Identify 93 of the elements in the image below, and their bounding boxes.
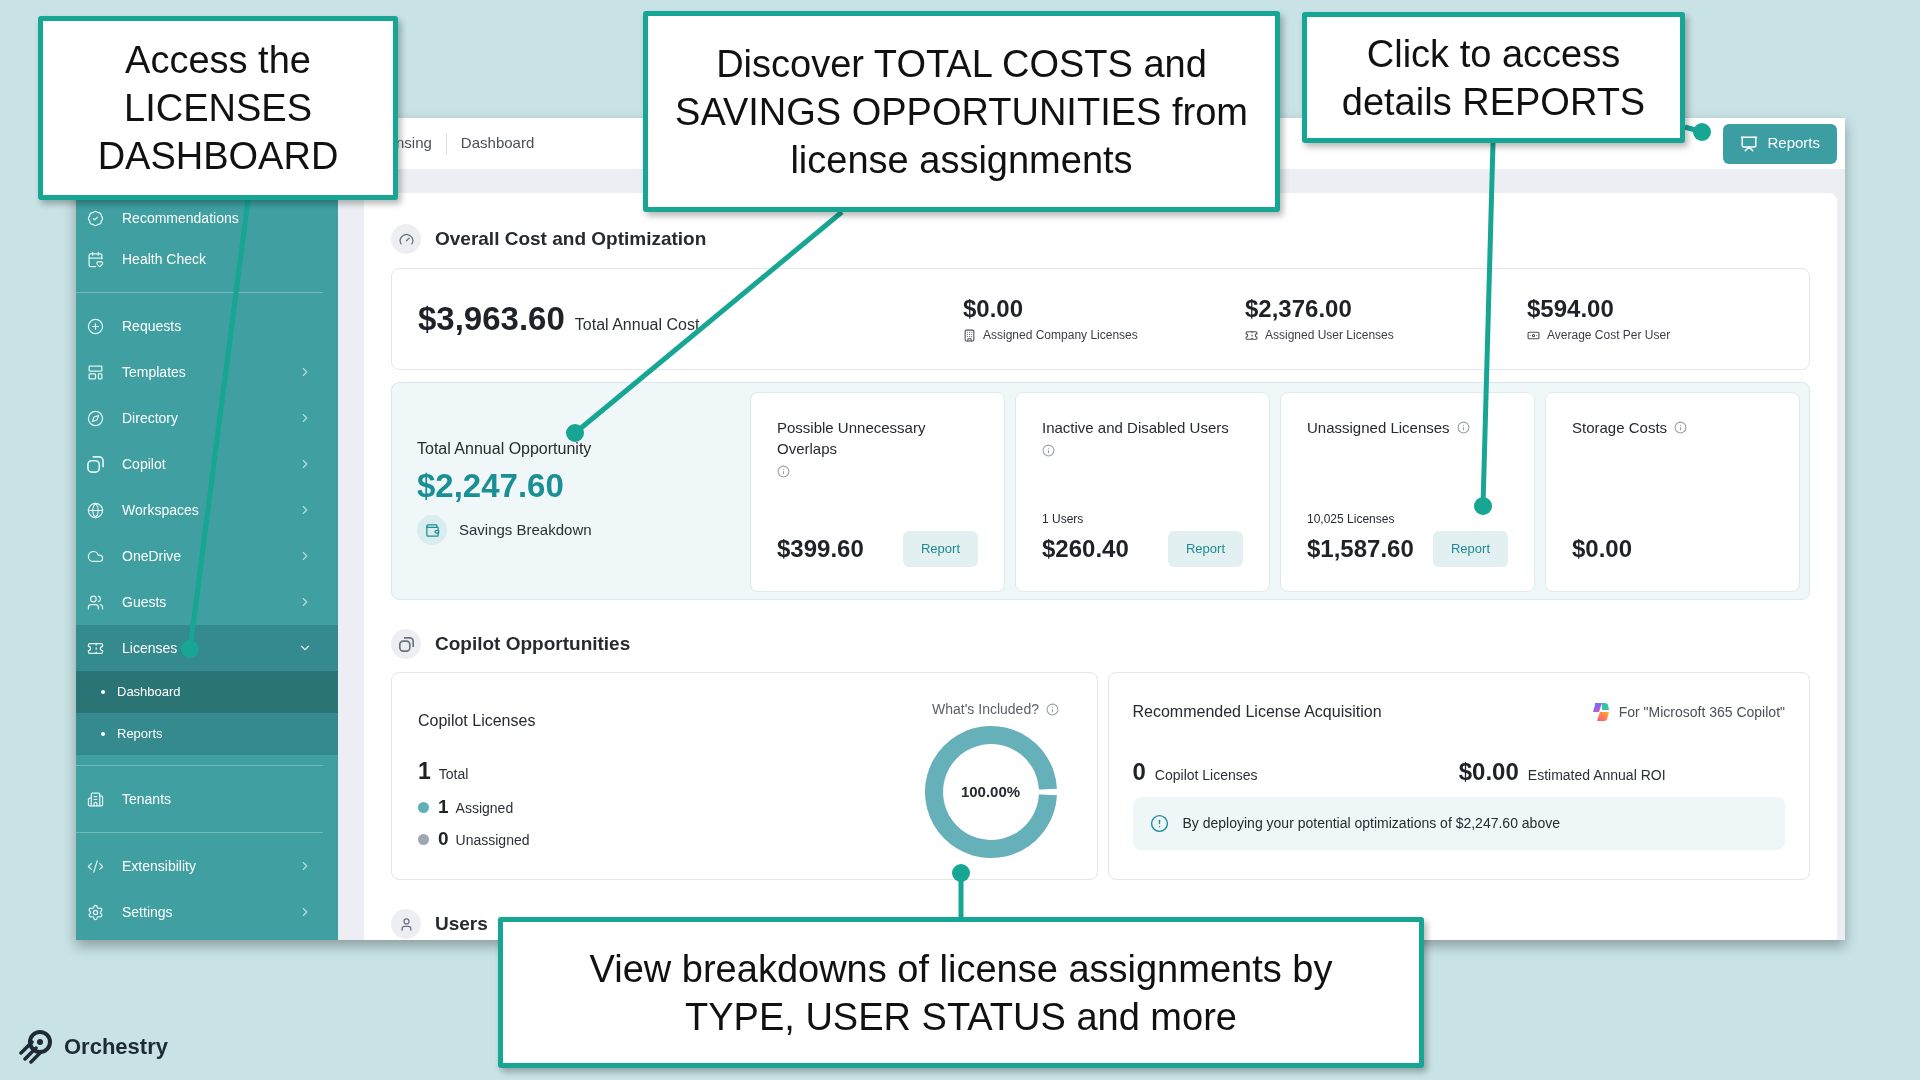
overlap-squares-icon <box>87 455 104 473</box>
people-icon <box>87 593 104 611</box>
legend-label: Assigned <box>455 798 514 818</box>
legend-label: Unassigned <box>455 830 530 850</box>
reports-button[interactable]: Reports <box>1723 123 1837 164</box>
stat-label: Assigned User Licenses <box>1265 327 1394 344</box>
building-icon <box>963 328 976 342</box>
section-title: Copilot Opportunities <box>435 631 631 656</box>
code-icon <box>87 857 104 875</box>
sidebar-item[interactable]: Templates <box>76 349 338 395</box>
gauge-icon <box>391 224 421 254</box>
product-label: For "Microsoft 365 Copilot" <box>1618 702 1785 722</box>
sidebar-item[interactable]: OneDrive <box>76 533 338 579</box>
callout: Discover TOTAL COSTS and SAVINGS OPPORTUNITIES from license assignments <box>643 11 1280 212</box>
connector-line <box>952 864 970 917</box>
sidebar-item[interactable]: Tenants <box>76 776 338 822</box>
card-count: 1 Users <box>1042 511 1085 528</box>
roi-value: $0.00 <box>1458 757 1519 787</box>
brand-name: Orchestry <box>64 1032 168 1061</box>
sidebar-item[interactable]: Directory <box>76 395 338 441</box>
stat-label: Assigned Company Licenses <box>983 327 1138 344</box>
sidebar-item[interactable]: Extensibility <box>76 843 338 889</box>
report-button[interactable]: Report <box>903 531 978 567</box>
breadcrumb-current: Dashboard <box>460 133 535 154</box>
total-cost-label: Total Annual Cost <box>574 315 700 336</box>
user-icon <box>391 909 421 939</box>
settings-icon <box>87 903 104 921</box>
savings-breakdown-button[interactable]: Savings Breakdown <box>417 515 592 545</box>
stat-value: $2,376.00 <box>1245 294 1353 324</box>
sidebar-item[interactable]: Health Check <box>76 236 338 282</box>
logo-icon <box>18 1028 54 1064</box>
card-value: $399.60 <box>777 534 864 564</box>
stat-value: $594.00 <box>1527 294 1615 324</box>
sidebar-item[interactable]: Licenses <box>76 625 338 671</box>
section-title: Users <box>435 911 488 936</box>
opportunity-value: $2,247.60 <box>417 466 565 506</box>
card-title: Storage Costs <box>1572 418 1668 438</box>
report-button[interactable]: Report <box>1433 531 1508 567</box>
sidebar-item[interactable]: Recommendations <box>76 200 338 236</box>
total-cost-value: $3,963.60 <box>418 299 565 340</box>
report-button[interactable]: Report <box>1168 531 1243 567</box>
globe-icon <box>87 501 104 519</box>
bullet-icon <box>101 732 105 736</box>
total-label: Total <box>438 765 469 784</box>
plus-circle-icon <box>87 317 104 335</box>
calendar-heart-icon <box>87 250 104 268</box>
card-title: Unassigned Licenses <box>1307 418 1450 438</box>
license-count: 0 <box>1132 757 1146 787</box>
sidebar-item[interactable]: Settings <box>76 889 338 935</box>
ticket-icon <box>1245 328 1258 342</box>
presentation-chart-icon <box>1740 134 1759 153</box>
sidebar-item[interactable]: Guests <box>76 579 338 625</box>
card-title: Copilot Licenses <box>418 711 537 731</box>
swirl-logo-icon <box>1590 702 1611 722</box>
info-icon <box>777 465 790 478</box>
card-value: $1,587.60 <box>1307 534 1414 564</box>
sidebar-item[interactable]: Copilot <box>76 441 338 487</box>
card-value: $260.40 <box>1042 534 1129 564</box>
roi-label: Estimated Annual ROI <box>1527 766 1666 785</box>
info-icon <box>1046 703 1059 716</box>
callout: Click to access details REPORTS <box>1302 12 1685 143</box>
license-count-label: Copilot Licenses <box>1154 766 1258 785</box>
stat-value: $0.00 <box>963 294 1025 324</box>
card-count: 10,025 Licenses <box>1307 511 1396 528</box>
badge-check-icon <box>87 209 104 227</box>
sidebar-subitem[interactable]: Dashboard <box>76 671 338 713</box>
whats-included-link[interactable]: What's Included? <box>932 699 1059 720</box>
total-count: 1 <box>418 757 431 786</box>
notice-text: By deploying your potential optimizations of $2,247.60 above <box>1182 814 1560 833</box>
card-title: Possible Unnecessary Overlaps <box>777 418 927 459</box>
sidebar-item[interactable]: Workspaces <box>76 487 338 533</box>
bullet-icon <box>101 690 105 694</box>
card-title: Inactive and Disabled Users <box>1042 418 1229 438</box>
sidebar-item[interactable]: Requests <box>76 303 338 349</box>
alert-circle-icon <box>1149 814 1169 833</box>
stat-label: Average Cost Per User <box>1547 327 1671 344</box>
sidebar-subitem[interactable]: Reports <box>76 713 338 755</box>
wallet-icon <box>417 515 447 545</box>
overlap-squares-icon <box>391 629 421 659</box>
info-icon <box>1042 444 1055 457</box>
card-title: Recommended License Acquisition <box>1132 702 1382 722</box>
legend-value: 1 <box>438 794 449 819</box>
info-icon <box>1674 421 1688 434</box>
legend-value: 0 <box>438 826 449 851</box>
layout-icon <box>87 363 104 381</box>
building-icon <box>87 790 104 808</box>
info-icon <box>1456 421 1470 434</box>
opportunity-title: Total Annual Opportunity <box>417 439 593 459</box>
card-value: $0.00 <box>1572 534 1633 564</box>
section-title: Overall Cost and Optimization <box>435 226 707 251</box>
callout: Access the LICENSES DASHBOARD <box>38 16 398 200</box>
callout: View breakdowns of license assignments by TYPE, USER STATUS and more <box>498 917 1424 1068</box>
compass-icon <box>87 409 104 427</box>
